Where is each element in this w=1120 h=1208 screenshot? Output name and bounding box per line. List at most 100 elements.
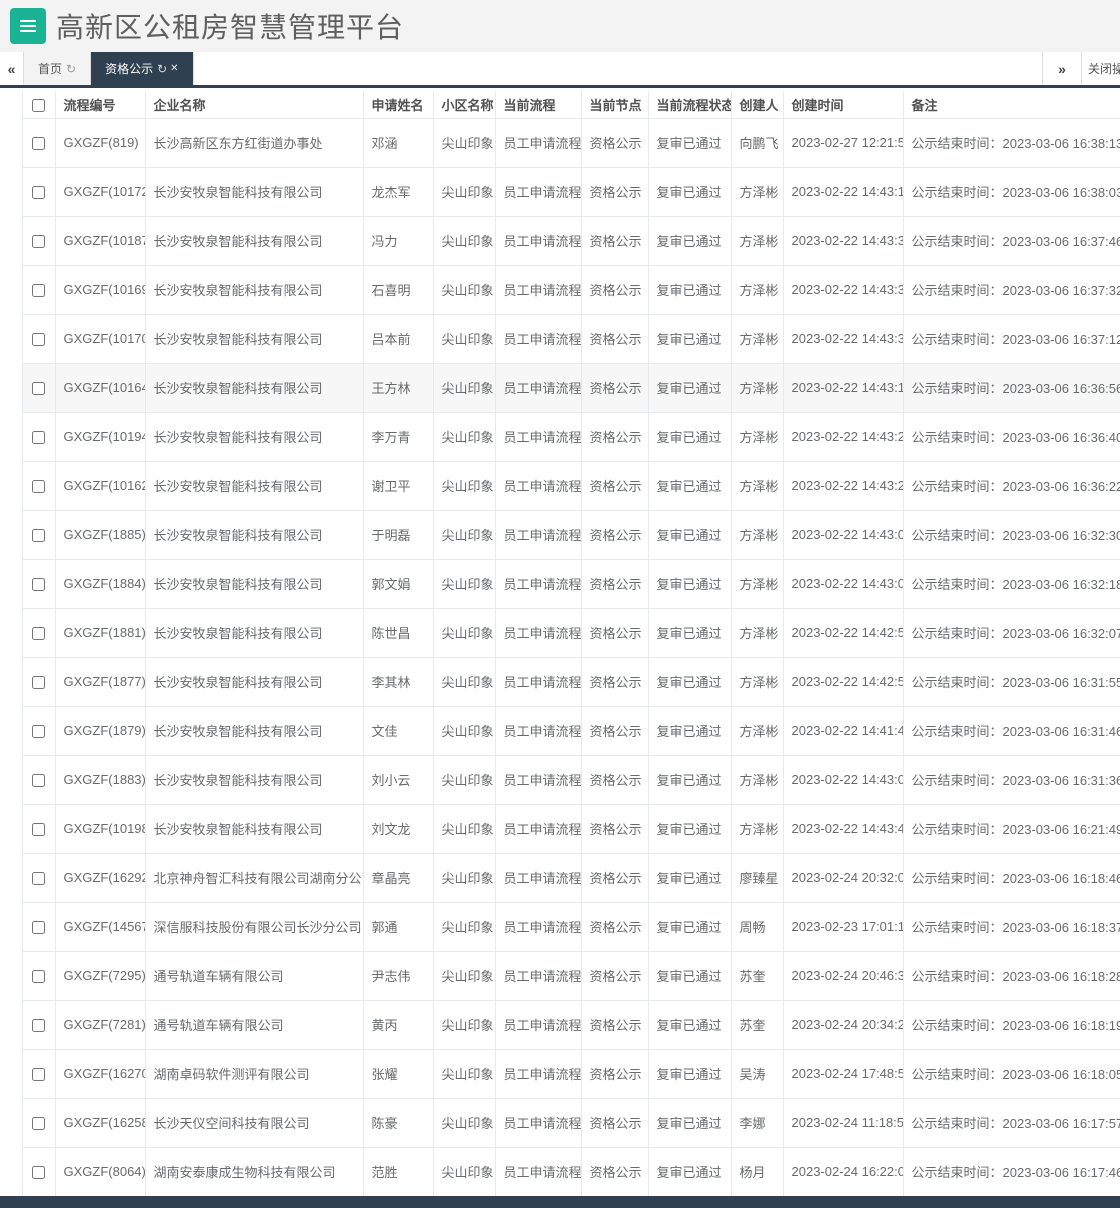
table-row[interactable]: GXGZF(1877) 长沙安牧泉智能科技有限公司 李其林 尖山印象 员工申请流程 资格公… [0, 657, 1120, 707]
table-row[interactable]: GXGZF(14567) 深信服科技股份有限公司长沙分公司 郭通 尖山印象 员工申请流程… [0, 902, 1120, 952]
cell-creator: 方泽彬 [731, 363, 784, 413]
row-checkbox[interactable] [32, 382, 45, 396]
cell-community: 尖山印象 [433, 559, 496, 609]
cell-id: GXGZF(10170) [55, 314, 146, 364]
cell-id: GXGZF(10172) [55, 167, 146, 217]
cell-company: 长沙高新区东方红街道办事处 [145, 118, 364, 168]
row-checkbox[interactable] [32, 970, 45, 984]
top-header: 高新区公租房智慧管理平台 [0, 0, 1120, 52]
cell-applicant: 郭文娟 [363, 559, 434, 609]
tab-home[interactable]: 首页 ↻ [24, 52, 92, 85]
row-checkbox[interactable] [32, 1019, 45, 1033]
table-row[interactable]: GXGZF(1883) 长沙安牧泉智能科技有限公司 刘小云 尖山印象 员工申请流程 资格公… [0, 755, 1120, 805]
cell-node: 资格公示 [581, 951, 649, 1001]
table-row[interactable]: GXGZF(10162) 长沙安牧泉智能科技有限公司 谢卫平 尖山印象 员工申请流程 资格… [0, 461, 1120, 511]
table-row[interactable]: GXGZF(16292) 北京神舟智汇科技有限公司湖南分公司 章晶亮 尖山印象 员工申请… [0, 853, 1120, 903]
table-row[interactable]: GXGZF(10194) 长沙安牧泉智能科技有限公司 李万青 尖山印象 员工申请流程 资格… [0, 412, 1120, 462]
cell-remark: 公示结束时间：2023-03-06 16:31:55 [903, 657, 1120, 707]
select-all-checkbox[interactable] [32, 98, 45, 112]
cell-node: 资格公示 [581, 559, 649, 609]
row-checkbox[interactable] [32, 1166, 45, 1180]
close-icon[interactable]: ✕ [170, 63, 178, 74]
cell-created: 2023-02-24 20:32:07 [783, 853, 904, 903]
row-checkbox[interactable] [32, 333, 45, 347]
tab-bar-spacer [193, 52, 1042, 85]
cell-remark: 公示结束时间：2023-03-06 16:36:40 [903, 412, 1120, 462]
refresh-icon[interactable]: ↻ [66, 62, 76, 76]
cell-created: 2023-02-22 14:43:01 [783, 559, 904, 609]
row-checkbox[interactable] [32, 529, 45, 543]
table-row[interactable]: GXGZF(10172) 长沙安牧泉智能科技有限公司 龙杰军 尖山印象 员工申请流程 资格… [0, 167, 1120, 217]
row-checkbox[interactable] [32, 137, 45, 151]
cell-status: 复审已通过 [648, 1147, 732, 1196]
table-row[interactable]: GXGZF(7281) 通号轨道车辆有限公司 黄丙 尖山印象 员工申请流程 资格公示 复审已… [0, 1000, 1120, 1050]
cell-process: 员工申请流程 [495, 461, 582, 511]
row-checkbox[interactable] [32, 725, 45, 739]
scroll-tabs-right-button[interactable]: » [1042, 52, 1082, 85]
cell-id: GXGZF(10194) [55, 412, 146, 462]
cell-process: 员工申请流程 [495, 118, 582, 168]
scroll-tabs-left-button[interactable]: « [0, 52, 24, 85]
row-checkbox[interactable] [32, 431, 45, 445]
row-checkbox[interactable] [32, 676, 45, 690]
row-checkbox[interactable] [32, 1068, 45, 1082]
table-row[interactable]: GXGZF(1879) 长沙安牧泉智能科技有限公司 文佳 尖山印象 员工申请流程 资格公示… [0, 706, 1120, 756]
table-row[interactable]: GXGZF(10170) 长沙安牧泉智能科技有限公司 吕本前 尖山印象 员工申请流程 资格… [0, 314, 1120, 364]
table-row[interactable]: GXGZF(1885) 长沙安牧泉智能科技有限公司 于明磊 尖山印象 员工申请流程 资格公… [0, 510, 1120, 560]
row-checkbox[interactable] [32, 921, 45, 935]
row-checkbox[interactable] [32, 186, 45, 200]
row-checkbox[interactable] [32, 823, 45, 837]
table-row[interactable]: GXGZF(16258) 长沙天仪空间科技有限公司 陈豪 尖山印象 员工申请流程 资格公示… [0, 1098, 1120, 1148]
cell-remark: 公示结束时间：2023-03-06 16:18:28 [903, 951, 1120, 1001]
cell-company: 湖南卓码软件测评有限公司 [145, 1049, 364, 1099]
cell-applicant: 龙杰军 [363, 167, 434, 217]
cell-id: GXGZF(1885) [55, 510, 146, 560]
cell-company: 长沙安牧泉智能科技有限公司 [145, 412, 364, 462]
cell-status: 复审已通过 [648, 167, 732, 217]
row-checkbox[interactable] [32, 774, 45, 788]
table-row[interactable]: GXGZF(10169) 长沙安牧泉智能科技有限公司 石喜明 尖山印象 员工申请流程 资格… [0, 265, 1120, 315]
cell-node: 资格公示 [581, 706, 649, 756]
row-checkbox[interactable] [32, 480, 45, 494]
cell-created: 2023-02-24 11:18:57 [783, 1098, 904, 1148]
double-chevron-right-icon: » [1058, 60, 1066, 77]
row-checkbox-cell [22, 951, 56, 1001]
table-row[interactable]: GXGZF(10187) 长沙安牧泉智能科技有限公司 冯力 尖山印象 员工申请流程 资格公… [0, 216, 1120, 266]
tab-qualification-publicity[interactable]: 资格公示 ↻ ✕ [91, 52, 194, 85]
cell-company: 长沙安牧泉智能科技有限公司 [145, 559, 364, 609]
refresh-icon[interactable]: ↻ [157, 62, 167, 76]
cell-process: 员工申请流程 [495, 412, 582, 462]
table-row[interactable]: GXGZF(819) 长沙高新区东方红街道办事处 邓涵 尖山印象 员工申请流程 资格公示复… [0, 118, 1120, 168]
row-checkbox[interactable] [32, 872, 45, 886]
table-row[interactable]: GXGZF(10198) 长沙安牧泉智能科技有限公司 刘文龙 尖山印象 员工申请流程 资格… [0, 804, 1120, 854]
row-checkbox[interactable] [32, 1117, 45, 1131]
row-checkbox-cell [22, 412, 56, 462]
cell-community: 尖山印象 [433, 902, 496, 952]
row-checkbox-cell [22, 461, 56, 511]
bottom-bar [0, 1196, 1120, 1208]
table-row[interactable]: GXGZF(16270) 湖南卓码软件测评有限公司 张耀 尖山印象 员工申请流程 资格公示… [0, 1049, 1120, 1099]
row-checkbox[interactable] [32, 578, 45, 592]
cell-process: 员工申请流程 [495, 902, 582, 952]
cell-creator: 方泽彬 [731, 216, 784, 266]
cell-creator: 方泽彬 [731, 510, 784, 560]
table-row[interactable]: GXGZF(1884) 长沙安牧泉智能科技有限公司 郭文娟 尖山印象 员工申请流程 资格公… [0, 559, 1120, 609]
table-row[interactable]: GXGZF(10164) 长沙安牧泉智能科技有限公司 王方林 尖山印象 员工申请流程 资格… [0, 363, 1120, 413]
row-checkbox[interactable] [32, 627, 45, 641]
cell-creator: 方泽彬 [731, 559, 784, 609]
row-checkbox-cell [22, 657, 56, 707]
cell-process: 员工申请流程 [495, 314, 582, 364]
close-operations-button[interactable]: 关闭操作 [1082, 52, 1120, 85]
cell-id: GXGZF(10164) [55, 363, 146, 413]
cell-id: GXGZF(1884) [55, 559, 146, 609]
table-row[interactable]: GXGZF(8064) 湖南安泰康成生物科技有限公司 范胜 尖山印象 员工申请流程 资格公… [0, 1147, 1120, 1196]
row-checkbox-cell [22, 706, 56, 756]
cell-remark: 公示结束时间：2023-03-06 16:32:18 [903, 559, 1120, 609]
cell-applicant: 石喜明 [363, 265, 434, 315]
row-checkbox[interactable] [32, 235, 45, 249]
cell-status: 复审已通过 [648, 755, 732, 805]
menu-toggle-button[interactable] [10, 8, 46, 44]
row-checkbox[interactable] [32, 284, 45, 298]
table-row[interactable]: GXGZF(7295) 通号轨道车辆有限公司 尹志伟 尖山印象 员工申请流程 资格公示 复审… [0, 951, 1120, 1001]
table-row[interactable]: GXGZF(1881) 长沙安牧泉智能科技有限公司 陈世昌 尖山印象 员工申请流程 资格公… [0, 608, 1120, 658]
